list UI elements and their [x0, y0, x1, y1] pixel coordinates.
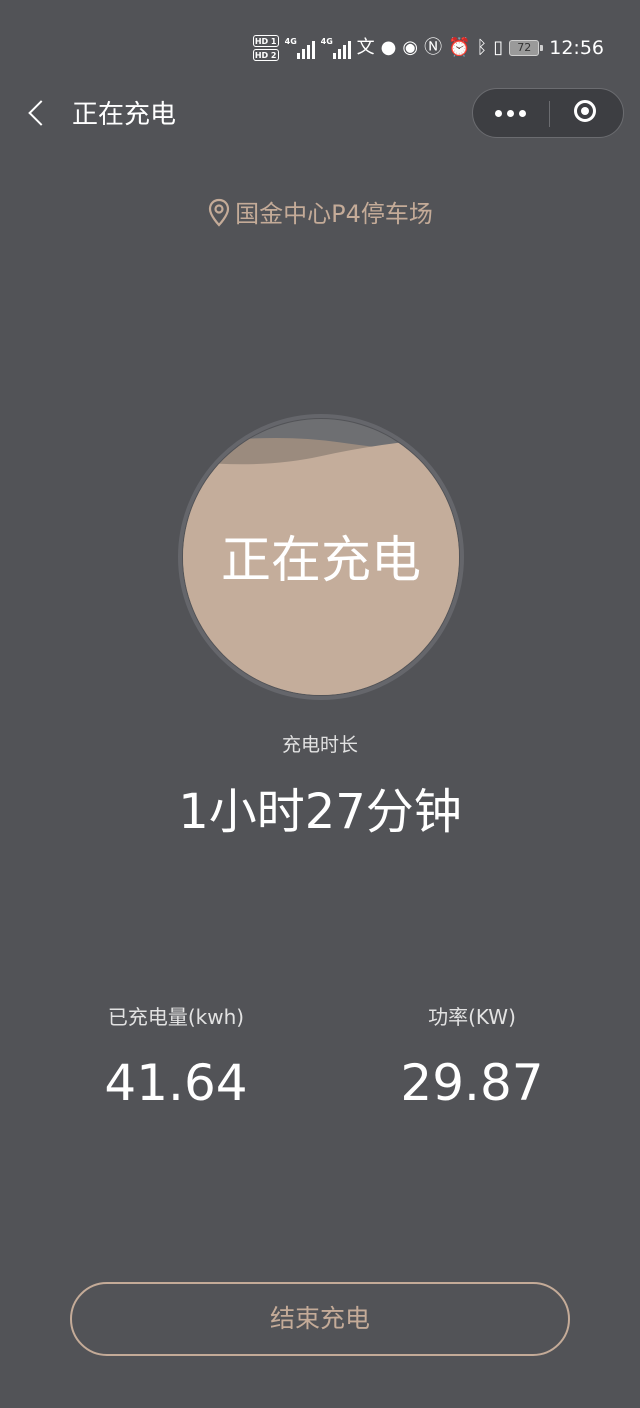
duration-value: 1小时27分钟	[178, 784, 462, 840]
input-method-icon: 文	[356, 37, 375, 58]
back-icon[interactable]	[22, 96, 58, 132]
battery-icon: 72	[509, 40, 544, 56]
signal-icon: 4G	[321, 37, 351, 59]
status-bar: HD 1 HD 2 4G 4G 文 ● ◉ Ⓝ ⏰ ᛒ ▯ 72 12:56	[0, 0, 640, 94]
alarm-icon: ⏰	[448, 37, 471, 58]
power-value: 29.87	[400, 1054, 544, 1112]
vibrate-icon: ▯	[493, 37, 504, 58]
hd1-badge: HD 1	[252, 35, 279, 47]
dot-icon	[495, 110, 502, 117]
message-icon: ●	[380, 37, 397, 58]
dot-icon	[519, 110, 526, 117]
status-icons: HD 1 HD 2 4G 4G 文 ● ◉ Ⓝ ⏰ ᛒ ▯ 72 12:56	[252, 34, 604, 62]
nfc-icon: Ⓝ	[424, 37, 443, 58]
hd2-badge: HD 2	[252, 49, 279, 61]
location: 国金中心P4停车场	[0, 196, 640, 232]
hd-icon: HD 1 HD 2	[252, 35, 279, 61]
bluetooth-icon: ᛒ	[476, 37, 488, 58]
energy-label: 已充电量(kwh)	[107, 1005, 245, 1029]
location-pin-icon	[209, 198, 230, 227]
energy-stat: 已充电量(kwh) 41.64	[26, 1002, 326, 1114]
dot-icon	[507, 110, 514, 117]
signal-icon: 4G	[285, 37, 315, 59]
network-type: 4G	[320, 37, 333, 46]
location-name: 国金中心P4停车场	[235, 200, 433, 228]
close-mini-program-button[interactable]	[549, 89, 625, 137]
end-charging-button[interactable]: 结束充电	[70, 1282, 570, 1356]
charging-status: 正在充电	[221, 531, 421, 589]
network-type: 4G	[284, 37, 297, 46]
power-label: 功率(KW)	[428, 1005, 516, 1029]
power-stat: 功率(KW) 29.87	[322, 1002, 622, 1114]
mini-program-capsule	[472, 88, 624, 138]
page-title: 正在充电	[72, 100, 177, 130]
energy-value: 41.64	[104, 1054, 248, 1112]
eye-icon: ◉	[402, 37, 419, 58]
more-menu-button[interactable]	[473, 89, 549, 137]
duration-label: 充电时长	[281, 734, 358, 756]
clock: 12:56	[549, 37, 604, 59]
charging-indicator: 正在充电	[178, 414, 464, 700]
